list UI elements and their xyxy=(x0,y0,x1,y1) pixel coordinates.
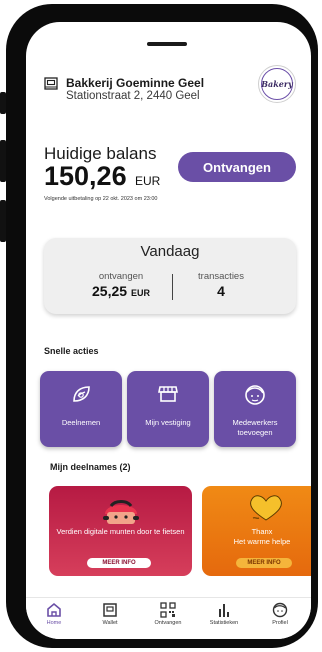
quick-action-add-staff[interactable]: Medewerkers toevoegen xyxy=(214,371,296,447)
received-amount: 25,25 xyxy=(92,283,128,299)
shop-icon xyxy=(158,386,178,402)
nav-profile[interactable]: Profiel xyxy=(254,602,306,626)
nav-receive[interactable]: Ontvangen xyxy=(142,602,194,626)
quick-action-label: Mijn vestiging xyxy=(145,418,191,427)
store-icon xyxy=(44,77,58,90)
promo-title: Thanx xyxy=(251,527,273,536)
bar-chart-icon xyxy=(219,604,229,617)
transactions-label: transacties xyxy=(198,271,244,282)
participations-heading: Mijn deelnames (2) xyxy=(50,462,131,472)
transactions-stat: transacties 4 xyxy=(166,271,276,299)
nav-label: Home xyxy=(46,620,62,626)
quick-action-my-store[interactable]: Mijn vestiging xyxy=(127,371,209,447)
promo-text: Verdien digitale munten door te fietsen xyxy=(56,527,185,536)
app-screen: Bakkerij Goeminne Geel Stationstraat 2, … xyxy=(26,22,311,639)
received-stat: ontvangen 25,25 EUR xyxy=(66,271,176,299)
nav-home[interactable]: Home xyxy=(28,602,80,626)
bakery-logo[interactable]: Bakery xyxy=(258,65,296,103)
promo-card-cycling[interactable]: Verdien digitale munten door te fietsen … xyxy=(49,486,192,576)
home-icon xyxy=(47,602,61,617)
face-icon xyxy=(245,385,265,405)
next-payout-note: Volgende uitbetaling op 22 okt. 2023 om … xyxy=(44,196,158,202)
nav-wallet[interactable]: Wallet xyxy=(84,602,136,626)
received-currency: EUR xyxy=(130,288,150,298)
receive-button[interactable]: Ontvangen xyxy=(178,152,296,182)
leaf-icon xyxy=(73,386,90,402)
store-address: Stationstraat 2, 2440 Geel xyxy=(66,90,200,102)
profile-icon xyxy=(272,602,288,618)
promo-subtitle: Het warme helpe xyxy=(233,537,291,546)
today-card: Vandaag ontvangen 25,25 EUR transacties … xyxy=(44,238,296,314)
transactions-value: 4 xyxy=(217,283,225,299)
nav-label: Ontvangen xyxy=(154,620,182,626)
nav-label: Wallet xyxy=(102,620,118,626)
nav-label: Profiel xyxy=(272,620,288,626)
bottom-nav: Home Wallet Ontvangen Statistieken Profi… xyxy=(26,597,311,639)
quick-actions-heading: Snelle acties xyxy=(44,346,99,356)
phone-frame: Bakkerij Goeminne Geel Stationstraat 2, … xyxy=(6,4,318,648)
quick-action-join[interactable]: Deelnemen xyxy=(40,371,122,447)
quick-action-label: Medewerkers toevoegen xyxy=(232,418,278,437)
balance-currency: EUR xyxy=(135,174,161,188)
store-name: Bakkerij Goeminne Geel xyxy=(66,76,205,90)
nav-statistics[interactable]: Statistieken xyxy=(198,602,250,626)
quick-action-label: Deelnemen xyxy=(61,418,101,427)
received-value: 25,25 EUR xyxy=(66,283,176,299)
today-title: Vandaag xyxy=(140,243,200,260)
balance-amount: 150,26 xyxy=(44,161,127,191)
received-label: ontvangen xyxy=(98,271,144,282)
nav-label: Statistieken xyxy=(209,620,239,626)
promo-text: Thanx Het warme helpe xyxy=(202,527,311,547)
logo-text: Bakery xyxy=(261,68,293,100)
notch xyxy=(147,42,187,46)
promo-card-thanx[interactable]: Thanx Het warme helpe MEER INFO xyxy=(202,486,311,576)
cyclist-mascot-icon xyxy=(103,500,139,524)
qr-code-icon xyxy=(160,602,176,618)
wallet-icon xyxy=(103,603,117,617)
more-info-button[interactable]: MEER INFO xyxy=(87,558,151,568)
heart-icon xyxy=(250,495,282,521)
more-info-button[interactable]: MEER INFO xyxy=(236,558,292,568)
